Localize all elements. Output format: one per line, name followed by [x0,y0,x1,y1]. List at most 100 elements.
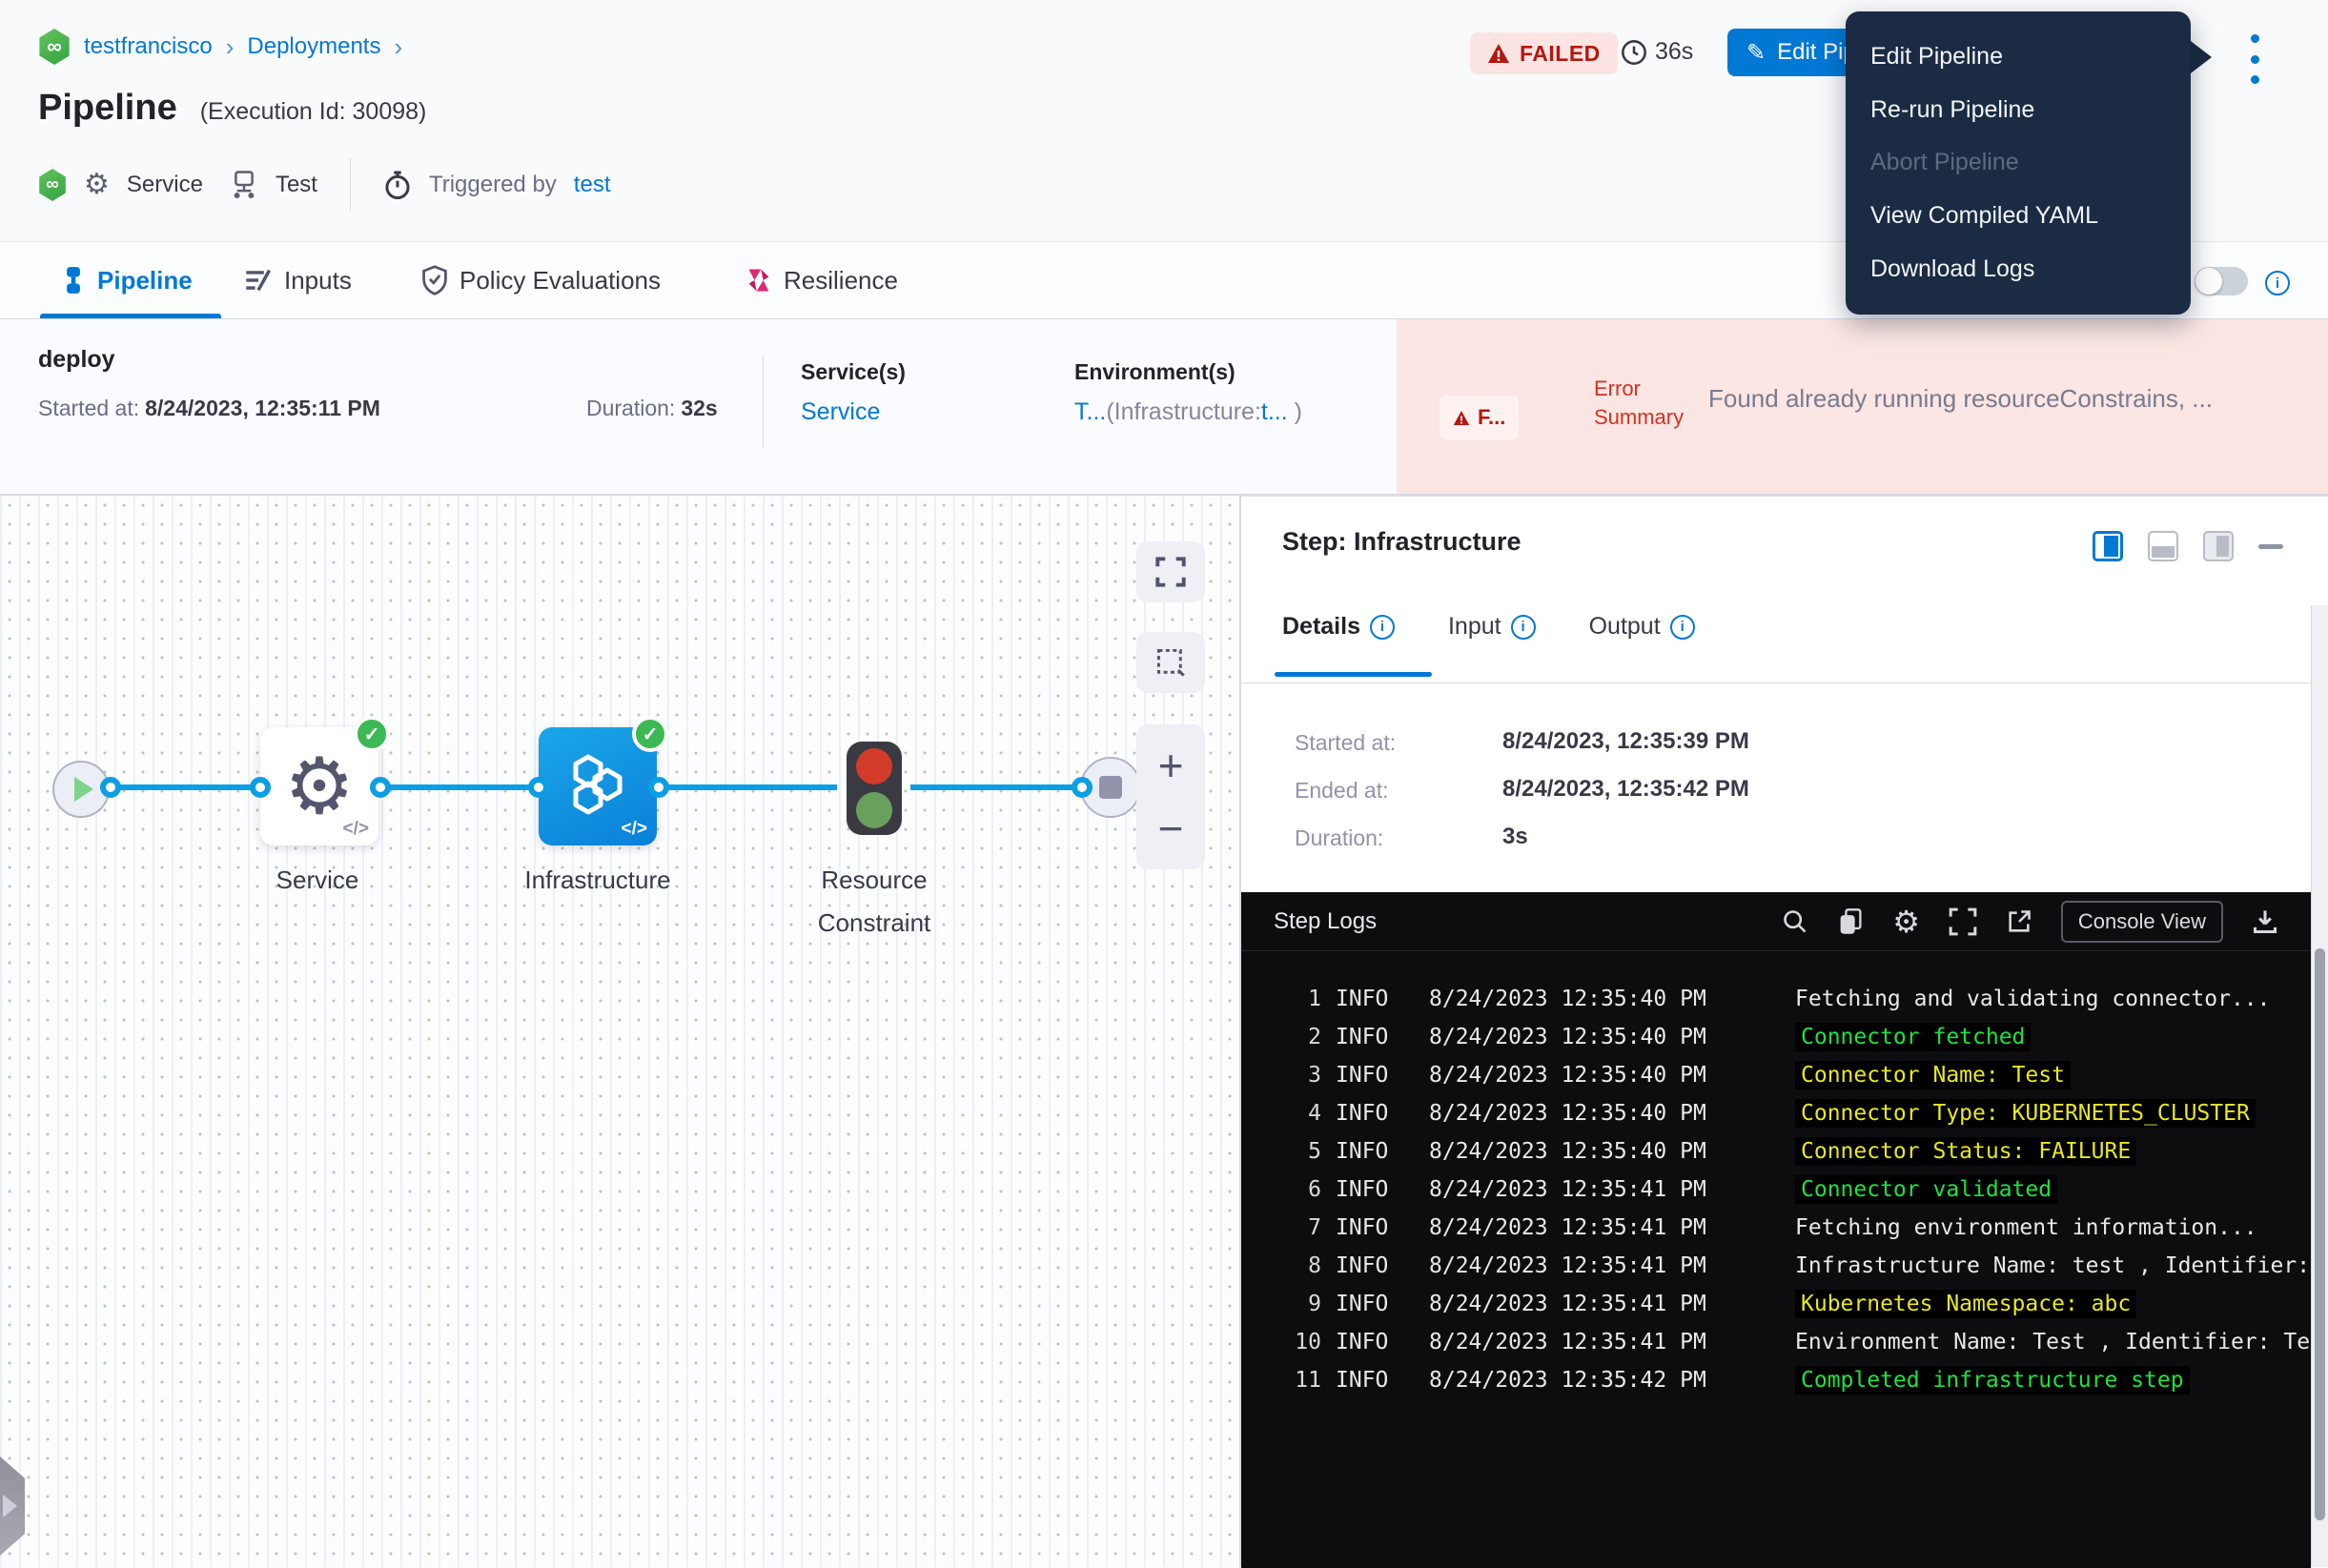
detail-started-value: 8/24/2023, 12:35:39 PM [1502,728,1749,755]
layout-right-panel-icon[interactable] [2093,531,2123,561]
code-icon: </> [343,819,369,840]
step-logs-console[interactable]: 1INFO8/24/2023 12:35:40 PMFetching and v… [1241,951,2311,1568]
inputs-icon [244,266,273,295]
resilience-icon [745,266,772,295]
info-icon[interactable]: i [2265,271,2290,295]
service-gear-icon: ⚙ [84,171,110,199]
minimize-panel-icon[interactable] [2258,544,2283,549]
infrastructure-link[interactable]: t... [1261,398,1288,425]
infrastructure-step-node[interactable]: </> ✓ [539,727,657,845]
copy-icon[interactable] [1837,907,1864,936]
node-port [100,777,121,798]
detail-ended-label: Ended at: [1295,778,1388,804]
zoom-in-button[interactable]: + [1158,743,1184,787]
log-line: 5INFO8/24/2023 12:35:40 PMConnector Stat… [1241,1132,2311,1171]
pipeline-options-menu: Edit Pipeline Re-run Pipeline Abort Pipe… [1846,11,2191,315]
environments-column-header: Environment(s) [1074,359,1302,385]
info-icon[interactable]: i [1670,615,1695,640]
divider [1241,682,2311,683]
panel-scrollbar-thumb[interactable] [2315,948,2325,1520]
triggered-by-user-link[interactable]: test [574,172,611,198]
tab-pipeline[interactable]: Pipeline [61,242,193,318]
log-line: 1INFO8/24/2023 12:35:40 PMFetching and v… [1241,980,2311,1018]
step-tab-input[interactable]: Input i [1448,613,1536,641]
layout-collapsed-panel-icon[interactable] [2203,531,2234,561]
tab-resilience[interactable]: Resilience [745,242,898,318]
execution-duration: 36s [1621,38,1693,66]
header-environment-name[interactable]: Test [276,172,317,198]
log-line: 9INFO8/24/2023 12:35:41 PMKubernetes Nam… [1241,1285,2311,1323]
zoom-out-button[interactable]: − [1158,806,1184,850]
node-label-infrastructure: Infrastructure [502,865,693,895]
environment-icon [230,170,258,200]
log-line: 7INFO8/24/2023 12:35:41 PMFetching envir… [1241,1209,2311,1247]
info-icon[interactable]: i [1511,615,1536,640]
service-step-node[interactable]: ⚙ </> ✓ [260,727,378,845]
harness-logo-icon: ∞ [38,169,67,201]
chevron-right-icon: › [394,32,402,62]
node-port [528,777,549,798]
info-icon[interactable]: i [1370,615,1395,640]
traffic-light-red [856,748,892,784]
connector-line [910,784,1082,790]
warning-triangle-icon [1487,43,1510,64]
breadcrumb-deployments-link[interactable]: Deployments [247,33,380,60]
layout-bottom-panel-icon[interactable] [2148,531,2178,561]
service-link[interactable]: Service [801,398,906,426]
detail-started-label: Started at: [1295,730,1396,756]
play-icon [74,777,93,802]
menu-item-view-compiled-yaml[interactable]: View Compiled YAML [1846,202,2191,230]
failed-mini-badge: F... [1440,396,1519,439]
environment-value: T...(Infrastructure:t... ) [1074,398,1302,426]
node-port [370,777,391,798]
menu-item-edit-pipeline[interactable]: Edit Pipeline [1846,43,2191,71]
chevron-right-icon: › [226,32,235,62]
environment-link[interactable]: T... [1074,398,1106,425]
node-port [250,777,271,798]
log-line: 10INFO8/24/2023 12:35:41 PMEnvironment N… [1241,1323,2311,1361]
step-tab-output[interactable]: Output i [1589,613,1695,641]
hexagons-icon [563,750,632,819]
divider [763,356,764,449]
error-summary-message[interactable]: Found already running resourceConstrains… [1708,384,2326,414]
header-service-name[interactable]: Service [127,172,203,198]
menu-item-rerun-pipeline[interactable]: Re-run Pipeline [1846,96,2191,124]
left-panel-expand-handle[interactable] [0,1456,25,1556]
step-tab-details[interactable]: Details i [1282,613,1395,641]
tab-inputs[interactable]: Inputs [244,242,352,318]
open-external-icon[interactable] [2006,908,2032,935]
step-logs-toolbar: Step Logs ⚙ Console View [1241,892,2311,951]
canvas-select-button[interactable] [1136,632,1205,693]
warning-triangle-icon [1453,410,1470,426]
log-line: 8INFO8/24/2023 12:35:41 PMInfrastructure… [1241,1247,2311,1285]
log-line: 6INFO8/24/2023 12:35:41 PMConnector vali… [1241,1171,2311,1209]
view-toggle-switch[interactable] [2195,267,2248,295]
search-icon[interactable] [1782,908,1808,935]
console-view-button[interactable]: Console View [2061,901,2223,943]
stage-name[interactable]: deploy [38,346,115,374]
connector-line [659,784,837,790]
code-icon: </> [622,819,647,840]
settings-gear-icon[interactable]: ⚙ [1892,906,1920,937]
breadcrumb-account-link[interactable]: testfrancisco [84,33,213,60]
log-line: 4INFO8/24/2023 12:35:40 PMConnector Type… [1241,1094,2311,1132]
stage-started-at: Started at:8/24/2023, 12:35:11 PM [38,396,380,421]
page-title: Pipeline [38,88,177,129]
node-port [1072,777,1093,798]
stage-duration: Duration:32s [586,396,718,421]
resource-constraint-node[interactable] [847,742,902,835]
more-options-kebab-menu[interactable] [2242,34,2267,84]
pipeline-graph-canvas[interactable]: ⚙ </> ✓ </> ✓ Service Infrastructure Res… [0,496,1241,1567]
triggered-by-label: Triggered by [429,172,557,198]
menu-item-download-logs[interactable]: Download Logs [1846,255,2191,283]
connector-line [380,784,539,790]
pipeline-icon [61,266,86,295]
tab-policy-evaluations[interactable]: Policy Evaluations [421,242,661,318]
menu-item-abort-pipeline[interactable]: Abort Pipeline [1846,149,2191,176]
node-port [648,777,669,798]
download-logs-icon[interactable] [2252,908,2278,935]
panel-scrollbar-track[interactable] [2311,605,2328,1567]
canvas-fullscreen-button[interactable] [1136,541,1205,602]
stopwatch-icon [383,170,412,200]
fullscreen-icon[interactable] [1949,907,1977,936]
